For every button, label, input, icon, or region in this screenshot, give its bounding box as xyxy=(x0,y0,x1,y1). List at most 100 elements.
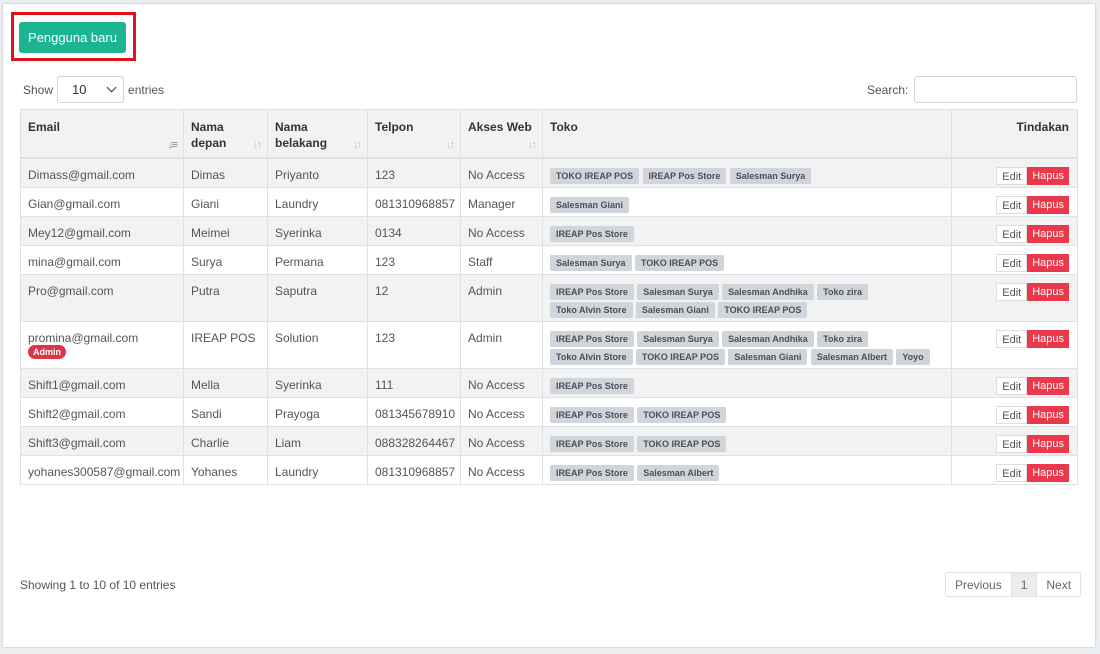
store-badge: Toko zira xyxy=(817,283,868,300)
store-badge: Salesman Albert xyxy=(810,348,893,365)
edit-button[interactable]: Edit xyxy=(996,405,1028,424)
edit-button[interactable]: Edit xyxy=(996,282,1028,301)
cell-last-name: Prayoga xyxy=(267,396,368,427)
cell-email: Shift2@gmail.com xyxy=(20,396,184,427)
search-label: Search: xyxy=(867,82,909,97)
cell-last-name: Liam xyxy=(267,425,368,456)
cell-last-name: Syerinka xyxy=(267,215,368,246)
cell-first-name: Sandi xyxy=(183,396,268,427)
cell-first-name: Putra xyxy=(183,273,268,322)
cell-last-name: Permana xyxy=(267,244,368,275)
cell-email: Mey12@gmail.com xyxy=(20,215,184,246)
store-badge: TOKO IREAP POS xyxy=(634,254,725,271)
cell-phone: 0134 xyxy=(367,215,461,246)
store-badge: Salesman Surya xyxy=(637,330,719,347)
admin-badge: Admin xyxy=(28,344,66,359)
delete-button[interactable]: Hapus xyxy=(1027,282,1069,301)
cell-last-name: Laundry xyxy=(267,186,368,217)
cell-first-name: IREAP POS xyxy=(183,320,268,369)
edit-button[interactable]: Edit xyxy=(996,463,1028,482)
cell-web-access: Admin xyxy=(460,320,543,369)
store-badge: IREAP Pos Store xyxy=(550,377,634,394)
cell-web-access: Manager xyxy=(460,186,543,217)
column-header-first-name[interactable]: Nama depan ↓↑ xyxy=(183,109,268,159)
cell-actions: Edit Hapus xyxy=(951,215,1078,246)
cell-email: yohanes300587@gmail.com xyxy=(20,454,184,485)
delete-button[interactable]: Hapus xyxy=(1027,405,1069,424)
cell-web-access: No Access xyxy=(460,396,543,427)
column-header-email[interactable]: Email ↓≡ xyxy=(20,109,184,159)
edit-button[interactable]: Edit xyxy=(996,224,1028,243)
edit-button[interactable]: Edit xyxy=(996,253,1028,272)
table-row: Dimass@gmail.com Dimas Priyanto 123 No Acces… xyxy=(20,157,1078,188)
table-row: promina@gmail.comAdmin IREAP POS Solution 1… xyxy=(20,320,1078,369)
previous-page-button[interactable]: Previous xyxy=(946,573,1012,596)
delete-button[interactable]: Hapus xyxy=(1027,434,1069,453)
cell-email: Shift3@gmail.com xyxy=(20,425,184,456)
delete-button[interactable]: Hapus xyxy=(1027,195,1069,214)
store-badge: Yoyo xyxy=(896,348,930,365)
cell-email: mina@gmail.com xyxy=(20,244,184,275)
page-1-button[interactable]: 1 xyxy=(1011,573,1038,596)
store-badge: Salesman Giani xyxy=(635,301,715,318)
sort-icon: ↓↑ xyxy=(253,139,262,151)
delete-button[interactable]: Hapus xyxy=(1027,376,1069,395)
edit-button[interactable]: Edit xyxy=(996,166,1028,185)
delete-button[interactable]: Hapus xyxy=(1027,329,1069,348)
cell-stores: IREAP Pos Store xyxy=(542,215,952,246)
delete-button[interactable]: Hapus xyxy=(1027,166,1069,185)
cell-stores: Salesman Surya TOKO IREAP POS xyxy=(542,244,952,275)
cell-phone: 12 xyxy=(367,273,461,322)
edit-button[interactable]: Edit xyxy=(996,434,1028,453)
cell-email: Shift1@gmail.com xyxy=(20,367,184,398)
users-table: Email ↓≡ Nama depan ↓↑ Nama belakang ↓↑ Tel… xyxy=(20,109,1078,485)
cell-first-name: Dimas xyxy=(183,157,268,188)
email-text: mina@gmail.com xyxy=(28,254,121,269)
cell-web-access: No Access xyxy=(460,425,543,456)
cell-actions: Edit Hapus xyxy=(951,396,1078,427)
cell-stores: IREAP Pos Store TOKO IREAP POS xyxy=(542,425,952,456)
entries-label: entries xyxy=(128,82,165,97)
store-badge: Salesman Andhika xyxy=(722,283,814,300)
store-badge: IREAP Pos Store xyxy=(642,167,727,184)
table-row: Mey12@gmail.com Meimei Syerinka 0134 No Acce… xyxy=(20,215,1078,246)
next-page-button[interactable]: Next xyxy=(1037,573,1080,596)
cell-web-access: No Access xyxy=(460,157,543,188)
cell-phone: 123 xyxy=(367,244,461,275)
table-row: yohanes300587@gmail.com Yohanes Laundry 081… xyxy=(20,454,1078,485)
store-badge: Toko zira xyxy=(817,330,868,347)
cell-stores: Salesman Giani xyxy=(542,186,952,217)
email-text: Mey12@gmail.com xyxy=(28,225,131,240)
cell-actions: Edit Hapus xyxy=(951,454,1078,485)
store-badge: Toko Alvin Store xyxy=(550,348,633,365)
delete-button[interactable]: Hapus xyxy=(1027,463,1069,482)
column-header-phone[interactable]: Telpon ↓↑ xyxy=(367,109,461,159)
cell-stores: IREAP Pos Store xyxy=(542,367,952,398)
email-text: promina@gmail.com xyxy=(28,330,139,345)
page-length-select[interactable]: 10 xyxy=(57,76,125,103)
cell-first-name: Surya xyxy=(183,244,268,275)
column-header-last-name[interactable]: Nama belakang ↓↑ xyxy=(267,109,368,159)
email-text: yohanes300587@gmail.com xyxy=(28,464,181,479)
email-text: Shift2@gmail.com xyxy=(28,406,126,421)
cell-actions: Edit Hapus xyxy=(951,273,1078,322)
column-header-web-access[interactable]: Akses Web ↓↑ xyxy=(460,109,543,159)
show-label: Show xyxy=(23,82,54,97)
email-text: Dimass@gmail.com xyxy=(28,167,135,182)
table-row: Shift1@gmail.com Mella Syerinka 111 No Acces… xyxy=(20,367,1078,398)
edit-button[interactable]: Edit xyxy=(996,329,1028,348)
cell-first-name: Giani xyxy=(183,186,268,217)
column-header-actions: Tindakan xyxy=(951,109,1078,159)
edit-button[interactable]: Edit xyxy=(996,376,1028,395)
store-badge: IREAP Pos Store xyxy=(550,283,634,300)
cell-first-name: Yohanes xyxy=(183,454,268,485)
store-badge: TOKO IREAP POS xyxy=(718,301,808,318)
edit-button[interactable]: Edit xyxy=(996,195,1028,214)
cell-phone: 088328264467 xyxy=(367,425,461,456)
cell-phone: 081345678910 xyxy=(367,396,461,427)
delete-button[interactable]: Hapus xyxy=(1027,253,1069,272)
delete-button[interactable]: Hapus xyxy=(1027,224,1069,243)
search-input[interactable] xyxy=(914,76,1078,103)
new-user-button[interactable]: Pengguna baru xyxy=(19,22,126,53)
store-badge: Toko Alvin Store xyxy=(550,301,633,318)
